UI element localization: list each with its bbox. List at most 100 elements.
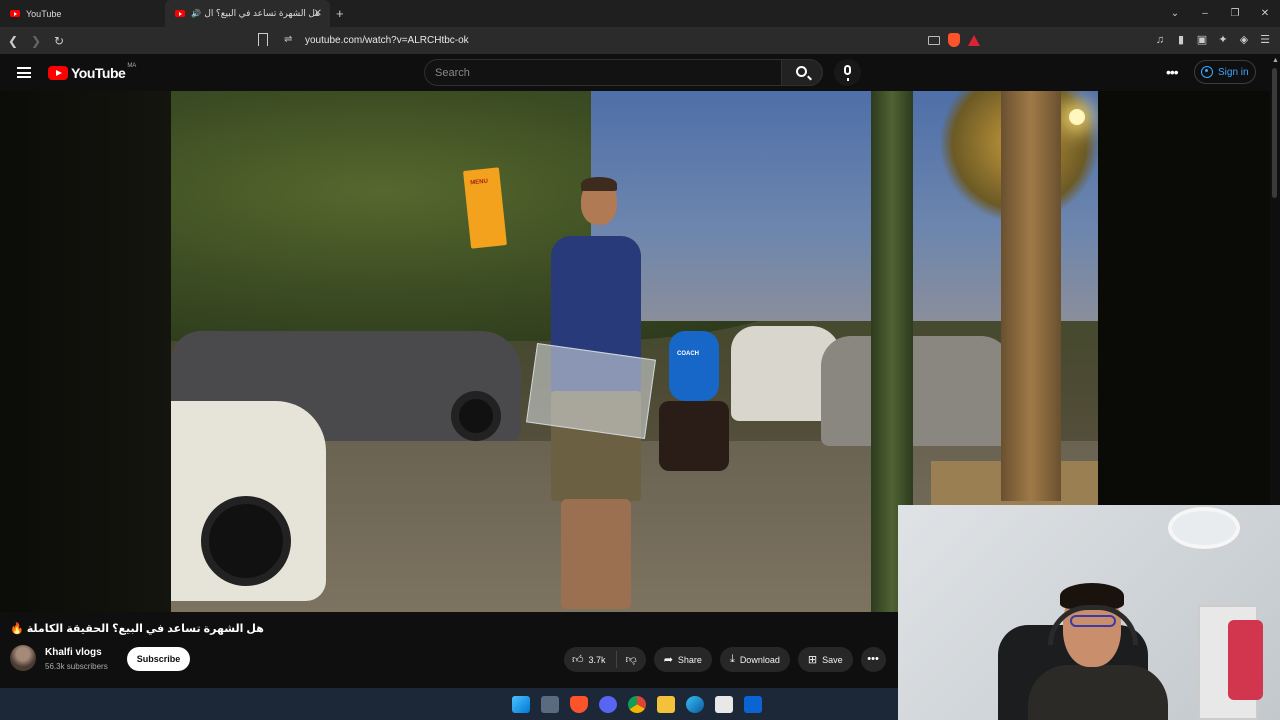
search-icon: [796, 66, 807, 77]
video-title: هل الشهرة تساعد في البيع؟ الحقيقة الكامل…: [10, 623, 264, 635]
youtube-logo[interactable]: YouTube MA: [48, 63, 137, 81]
youtube-favicon-icon: [175, 10, 185, 17]
file-explorer-icon[interactable]: [657, 696, 675, 713]
dislike-button[interactable]: 👎︎: [617, 653, 646, 666]
glasses: [1070, 615, 1116, 627]
action-bar: 👍︎ 3.7k 👎︎ ➦ Share ⤓ Download ⊞ Save •••: [564, 647, 886, 672]
back-icon[interactable]: ❮: [3, 34, 23, 48]
save-button[interactable]: ⊞ Save: [797, 647, 853, 672]
channel-avatar[interactable]: [10, 645, 36, 671]
country-code: MA: [127, 63, 137, 69]
edge-icon[interactable]: [686, 696, 704, 713]
like-button[interactable]: 👍︎ 3.7k: [564, 651, 617, 668]
tab-label: YouTube: [26, 8, 62, 19]
close-window-button[interactable]: ✕: [1250, 8, 1280, 19]
tab-youtube[interactable]: YouTube: [0, 0, 165, 27]
scroll-thumb[interactable]: [1272, 68, 1277, 198]
microphone-icon: [844, 65, 851, 81]
share-button[interactable]: ➦ Share: [653, 647, 712, 672]
reload-icon[interactable]: ↻: [49, 34, 69, 48]
share-icon: ➦: [663, 654, 673, 666]
browser-tab-strip: YouTube 🔊 هل الشهرة تساعد في البيع؟ ال ✕…: [0, 0, 1280, 27]
search-input[interactable]: [425, 60, 781, 86]
youtube-wordmark: YouTube: [71, 65, 126, 81]
youtube-favicon-icon: [10, 10, 20, 17]
account-icon: [1201, 66, 1213, 78]
like-count: 3.7k: [588, 654, 606, 665]
wallet-icon[interactable]: ▣: [1195, 33, 1209, 47]
url-field[interactable]: youtube.com/watch?v=ALRCHtbc-ok: [305, 35, 469, 46]
restore-button[interactable]: ❐: [1220, 8, 1250, 19]
chrome-icon[interactable]: [628, 696, 646, 713]
search-button[interactable]: [781, 59, 823, 86]
video-vendor-legs: [561, 499, 631, 609]
voice-search-button[interactable]: [834, 59, 861, 86]
channel-name[interactable]: Khalfi vlogs: [45, 647, 102, 658]
store-icon[interactable]: [715, 696, 733, 713]
youtube-play-icon: [48, 66, 68, 80]
close-tab-icon[interactable]: ✕: [314, 8, 322, 19]
outlook-icon[interactable]: [744, 696, 762, 713]
subscribe-button[interactable]: Subscribe: [127, 647, 190, 671]
streamer-body: [1028, 665, 1168, 720]
settings-more-icon[interactable]: •••: [1166, 64, 1179, 80]
video-motorbike: [659, 401, 729, 471]
brave-browser-icon[interactable]: [570, 696, 588, 713]
media-icon[interactable]: ♫: [1153, 33, 1167, 47]
save-icon: ⊞: [807, 654, 818, 666]
thumbs-down-icon: 👎︎: [625, 654, 637, 666]
tab-video[interactable]: 🔊 هل الشهرة تساعد في البيع؟ ال ✕: [165, 0, 330, 27]
windows-start-icon[interactable]: [512, 696, 530, 713]
video-wheel: [451, 391, 501, 441]
video-metadata: هل الشهرة تساعد في البيع؟ الحقيقة الكامل…: [0, 612, 898, 688]
site-info-icon[interactable]: ⇌: [284, 34, 292, 45]
video-white-car-foreground: [171, 401, 326, 601]
discord-icon[interactable]: [599, 696, 617, 713]
hanging-clothes: [1228, 620, 1263, 700]
menu-icon[interactable]: ☰: [1258, 33, 1272, 47]
subscriber-count: 56.3k subscribers: [45, 662, 108, 671]
minimize-button[interactable]: –: [1190, 8, 1220, 19]
taskbar-icons: [512, 696, 762, 713]
brave-shields-icon[interactable]: [948, 33, 960, 47]
video-courier-jacket: COACH: [669, 331, 719, 401]
window-controls: ⌄ – ❐ ✕: [1160, 0, 1280, 27]
sign-in-button[interactable]: Sign in: [1194, 60, 1256, 84]
video-wheel: [201, 496, 291, 586]
windows-taskbar: [0, 688, 898, 720]
hamburger-menu-icon[interactable]: [17, 67, 31, 78]
video-silver-car: [821, 336, 1011, 446]
vpn-icon[interactable]: ◈: [1237, 33, 1251, 47]
bookmark-icon[interactable]: [258, 33, 268, 46]
video-motorcyclist: COACH: [659, 321, 729, 481]
brave-rewards-icon[interactable]: [968, 34, 980, 46]
new-tab-button[interactable]: +: [336, 6, 344, 21]
tab-label: هل الشهرة تساعد في البيع؟ ال: [204, 8, 320, 18]
share-label: Share: [677, 654, 702, 665]
sidebar-icon[interactable]: ▮: [1174, 33, 1188, 47]
video-plastic-box: [526, 343, 656, 439]
browser-toolbar: ♫ ▮ ▣ ✦ ◈ ☰: [1153, 33, 1272, 47]
courier-jacket-text: COACH: [677, 351, 699, 357]
download-label: Download: [739, 654, 780, 665]
webcam-overlay: [898, 505, 1280, 720]
tab-search-icon[interactable]: ⌄: [1160, 8, 1190, 19]
download-button[interactable]: ⤓ Download: [719, 647, 790, 672]
speaker-icon[interactable]: 🔊: [191, 9, 201, 18]
video-vendor-hair: [581, 177, 617, 191]
address-bar-extras: [928, 33, 980, 47]
search-box: [424, 59, 781, 86]
download-icon: ⤓: [729, 653, 735, 665]
video-palm-trunk: [1001, 91, 1061, 501]
more-actions-button[interactable]: •••: [860, 647, 886, 672]
page-scrollbar[interactable]: ▲: [1270, 54, 1280, 504]
cast-icon[interactable]: [928, 35, 940, 45]
like-dislike-group: 👍︎ 3.7k 👎︎: [564, 647, 646, 672]
video-street-lamp: [1069, 109, 1085, 125]
ceiling-light: [1168, 507, 1240, 549]
leo-ai-icon[interactable]: ✦: [1216, 33, 1230, 47]
scroll-up-icon[interactable]: ▲: [1272, 57, 1279, 64]
forward-icon[interactable]: ❯: [26, 34, 46, 48]
menu-card-text: MENU: [470, 178, 489, 187]
task-view-icon[interactable]: [541, 696, 559, 713]
